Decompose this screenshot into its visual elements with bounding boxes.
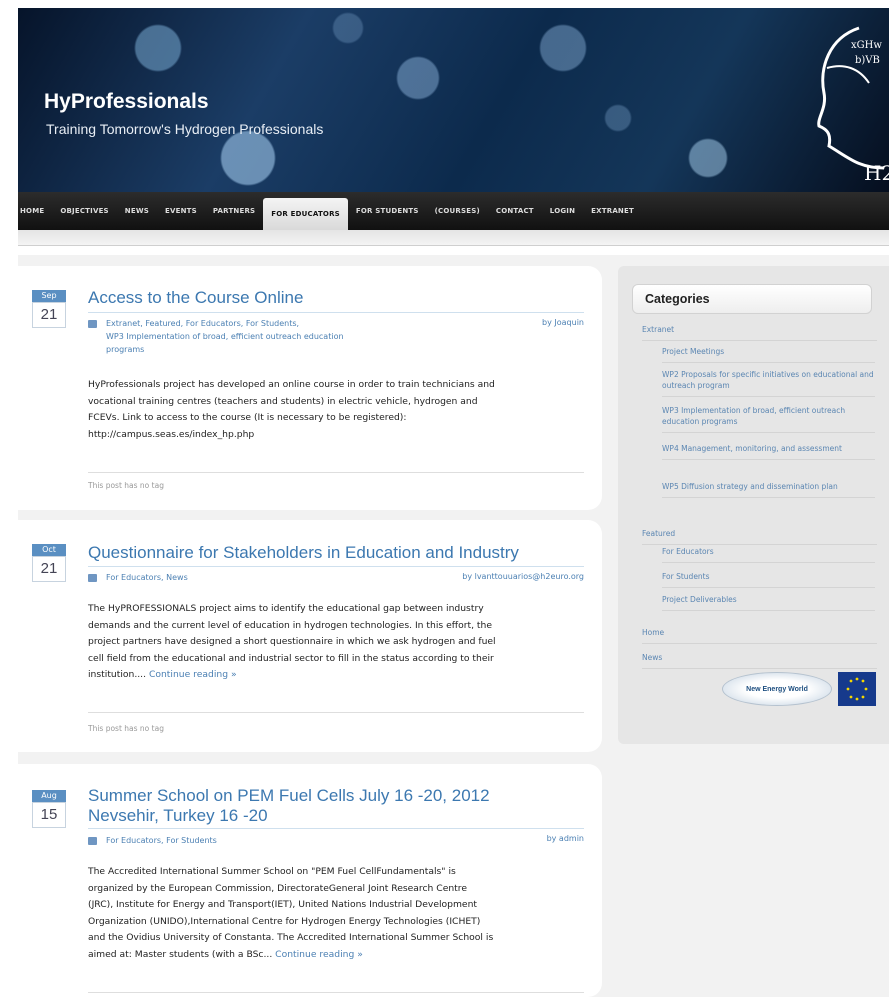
- category-wp2[interactable]: WP2 Proposals for specific initiatives o…: [662, 369, 875, 397]
- post-body-line: (JRC), Institute for Energy and Transpor…: [88, 899, 477, 910]
- sidebar: Categories Extranet Project Meetings WP2…: [618, 266, 889, 744]
- date-badge: Oct 21: [32, 544, 66, 584]
- post-body-line: project partners have designed a short q…: [88, 636, 496, 647]
- category-project-deliverables[interactable]: Project Deliverables: [662, 594, 875, 611]
- post-divider: [88, 992, 584, 993]
- continue-reading-link[interactable]: Continue reading »: [275, 949, 363, 960]
- post-author[interactable]: by lvanttouuarios@h2euro.org: [462, 572, 584, 581]
- category-folder-icon: [88, 320, 97, 328]
- date-day: 21: [32, 556, 66, 582]
- post-questionnaire: Oct 21 Questionnaire for Stakeholders in…: [18, 520, 602, 752]
- post-categories[interactable]: For Educators, News: [106, 571, 188, 584]
- post-body-line: http://campus.seas.es/index_hp.php: [88, 428, 255, 440]
- post-categories-line[interactable]: WP3 Implementation of broad, efficient o…: [106, 330, 344, 343]
- post-body-line: FCEVs. Link to access to the course (It …: [88, 412, 407, 423]
- date-badge: Aug 15: [32, 790, 66, 830]
- site-header: HyProfessionals Training Tomorrow's Hydr…: [18, 8, 889, 192]
- post-body-line: Organization (UNIDO),International Centr…: [88, 915, 481, 927]
- post-title-line[interactable]: Summer School on PEM Fuel Cells July 16 …: [88, 786, 582, 806]
- post-categories[interactable]: For Educators, For Students: [106, 834, 217, 847]
- nav-item-partners[interactable]: PARTNERS: [205, 192, 263, 230]
- nav-item-for-educators[interactable]: FOR EDUCATORS: [263, 198, 348, 230]
- nav-item-news[interactable]: NEWS: [117, 192, 157, 230]
- eu-flag-icon: [838, 672, 876, 706]
- nav-item-extranet[interactable]: EXTRANET: [583, 192, 642, 230]
- site-title[interactable]: HyProfessionals: [44, 90, 209, 114]
- category-folder-icon: [88, 574, 97, 582]
- date-badge: Sep 21: [32, 290, 66, 330]
- post-tags: This post has no tag: [88, 481, 164, 490]
- date-month: Sep: [32, 290, 66, 302]
- post-categories-line[interactable]: Extranet, Featured, For Educators, For S…: [106, 317, 344, 330]
- main-navigation: HOME OBJECTIVES NEWS EVENTS PARTNERS FOR…: [18, 192, 889, 230]
- meta-divider: [88, 312, 584, 313]
- post-access-course: Sep 21 Access to the Course Online Extra…: [18, 266, 602, 510]
- nav-item-events[interactable]: EVENTS: [157, 192, 205, 230]
- post-body-line: vocational training centres (teachers an…: [88, 395, 478, 407]
- post-excerpt: HyProfessionals project has developed an…: [88, 377, 582, 443]
- date-month: Aug: [32, 790, 66, 802]
- nav-item-login[interactable]: LOGIN: [542, 192, 583, 230]
- post-body-tail: institution....: [88, 669, 147, 680]
- post-body-line: demands and the current level of educati…: [88, 619, 493, 631]
- nav-item-contact[interactable]: CONTACT: [488, 192, 542, 230]
- category-extranet[interactable]: Extranet: [642, 324, 877, 341]
- category-featured[interactable]: Featured: [642, 528, 877, 545]
- post-body-line: and the Ovidius University of Constanta.…: [88, 932, 494, 943]
- post-body-line: institution.... Continue reading »: [88, 667, 582, 684]
- nav-item-for-students[interactable]: FOR STUDENTS: [348, 192, 427, 230]
- date-day: 21: [32, 302, 66, 328]
- post-divider: [88, 472, 584, 473]
- post-categories[interactable]: Extranet, Featured, For Educators, For S…: [106, 317, 344, 356]
- new-energy-world-logo[interactable]: New Energy World: [722, 672, 832, 706]
- svg-text:H2: H2: [864, 161, 889, 185]
- site-tagline: Training Tomorrow's Hydrogen Professiona…: [46, 121, 324, 137]
- post-body-line: aimed at: Master students (with a BSc...…: [88, 947, 582, 964]
- category-home[interactable]: Home: [642, 627, 877, 644]
- date-day: 15: [32, 802, 66, 828]
- post-body-tail: aimed at: Master students (with a BSc...: [88, 948, 273, 960]
- hydrogen-head-logo-icon: xGHw b)VB H2: [817, 26, 889, 185]
- category-for-educators[interactable]: For Educators: [662, 546, 875, 563]
- category-news[interactable]: News: [642, 652, 877, 669]
- post-body-line: The Accredited International Summer Scho…: [88, 866, 456, 877]
- post-categories-line[interactable]: programs: [106, 343, 344, 356]
- category-wp5[interactable]: WP5 Diffusion strategy and dissemination…: [662, 481, 875, 498]
- post-excerpt: The Accredited International Summer Scho…: [88, 864, 582, 963]
- nav-item-courses[interactable]: (COURSES): [427, 192, 488, 230]
- post-author[interactable]: by admin: [547, 834, 584, 843]
- category-project-meetings[interactable]: Project Meetings: [662, 346, 875, 363]
- post-tags: This post has no tag: [88, 724, 164, 733]
- categories-widget-title: Categories: [632, 284, 872, 314]
- post-body-line: organized by the European Commission, Di…: [88, 882, 468, 894]
- meta-divider: [88, 828, 584, 829]
- meta-divider: [88, 566, 584, 567]
- post-author[interactable]: by Joaquin: [542, 318, 584, 327]
- date-month: Oct: [32, 544, 66, 556]
- svg-text:xGHw: xGHw: [851, 40, 882, 51]
- post-body-line: HyProfessionals project has developed an…: [88, 379, 495, 390]
- post-title[interactable]: Summer School on PEM Fuel Cells July 16 …: [88, 786, 582, 826]
- post-body-line: The HyPROFESSIONALS project aims to iden…: [88, 603, 484, 614]
- post-body-line: cell field from the educational and indu…: [88, 652, 494, 664]
- post-divider: [88, 712, 584, 713]
- post-title[interactable]: Access to the Course Online: [88, 288, 582, 308]
- partner-logos: New Energy World: [722, 672, 876, 706]
- category-folder-icon: [88, 837, 97, 845]
- subnav-bar: [18, 230, 889, 246]
- post-excerpt: The HyPROFESSIONALS project aims to iden…: [88, 601, 582, 684]
- post-title[interactable]: Questionnaire for Stakeholders in Educat…: [88, 543, 582, 563]
- category-wp3[interactable]: WP3 Implementation of broad, efficient o…: [662, 405, 875, 433]
- continue-reading-link[interactable]: Continue reading »: [149, 669, 237, 680]
- category-for-students[interactable]: For Students: [662, 571, 875, 588]
- category-wp4[interactable]: WP4 Management, monitoring, and assessme…: [662, 443, 875, 460]
- eu-stars-icon: [846, 677, 868, 701]
- post-summer-school: Aug 15 Summer School on PEM Fuel Cells J…: [18, 764, 602, 997]
- nav-item-home[interactable]: HOME: [18, 192, 52, 230]
- svg-text:b)VB: b)VB: [855, 55, 880, 66]
- nav-item-objectives[interactable]: OBJECTIVES: [52, 192, 116, 230]
- post-title-line[interactable]: Nevsehir, Turkey 16 -20: [88, 806, 582, 826]
